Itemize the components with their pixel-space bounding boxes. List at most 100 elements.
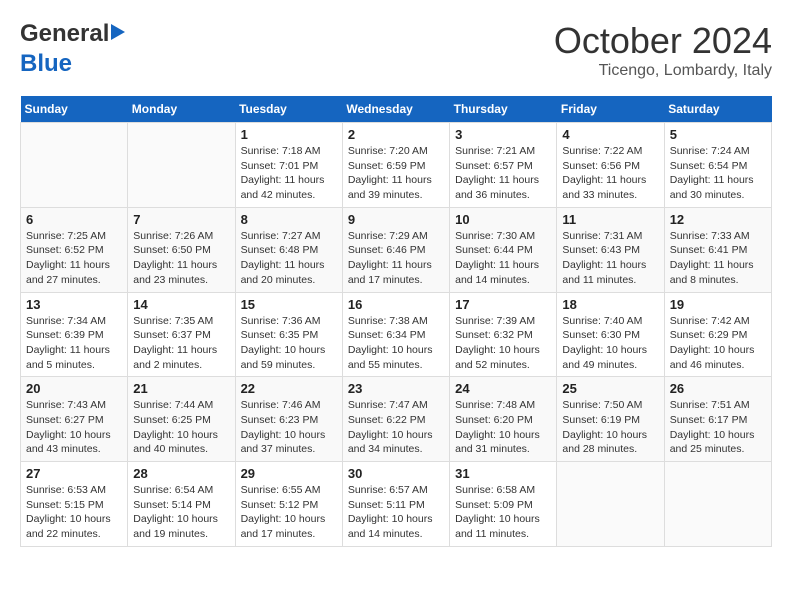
day-detail: Sunrise: 7:25 AMSunset: 6:52 PMDaylight:… — [26, 229, 122, 288]
calendar-cell — [21, 123, 128, 208]
calendar-cell: 11 Sunrise: 7:31 AMSunset: 6:43 PMDayligh… — [557, 207, 664, 292]
day-detail: Sunrise: 7:20 AMSunset: 6:59 PMDaylight:… — [348, 144, 444, 203]
calendar-cell: 5 Sunrise: 7:24 AMSunset: 6:54 PMDaylight… — [664, 123, 771, 208]
calendar-table: SundayMondayTuesdayWednesdayThursdayFrid… — [20, 96, 772, 547]
day-number: 5 — [670, 127, 766, 142]
calendar-cell: 22Sunrise: 7:46 AMSunset: 6:23 PMDayligh… — [235, 377, 342, 462]
calendar-cell: 19 Sunrise: 7:42 AMSunset: 6:29 PMDayligh… — [664, 292, 771, 377]
day-number: 31 — [455, 466, 551, 481]
calendar-week-2: 6Sunrise: 7:25 AMSunset: 6:52 PMDaylight… — [21, 207, 772, 292]
day-detail: Sunrise: 7:30 AMSunset: 6:44 PMDaylight:… — [455, 229, 551, 288]
day-detail: Sunrise: 7:42 AMSunset: 6:29 PMDaylight:… — [670, 314, 766, 373]
calendar-header-sunday: Sunday — [21, 96, 128, 123]
day-detail: Sunrise: 7:51 AMSunset: 6:17 PMDaylight:… — [670, 398, 766, 457]
calendar-cell: 7 Sunrise: 7:26 AMSunset: 6:50 PMDaylight… — [128, 207, 235, 292]
calendar-header-friday: Friday — [557, 96, 664, 123]
calendar-cell: 29 Sunrise: 6:55 AMSunset: 5:12 PMDayligh… — [235, 462, 342, 547]
calendar-cell: 4Sunrise: 7:22 AMSunset: 6:56 PMDaylight… — [557, 123, 664, 208]
calendar-cell: 30Sunrise: 6:57 AMSunset: 5:11 PMDayligh… — [342, 462, 449, 547]
day-detail: Sunrise: 6:58 AMSunset: 5:09 PMDaylight:… — [455, 483, 551, 542]
logo-blue: Blue — [20, 50, 72, 77]
calendar-cell: 3 Sunrise: 7:21 AMSunset: 6:57 PMDaylight… — [450, 123, 557, 208]
day-number: 28 — [133, 466, 229, 481]
day-number: 20 — [26, 381, 122, 396]
day-number: 7 — [133, 212, 229, 227]
day-number: 11 — [562, 212, 658, 227]
calendar-cell: 9Sunrise: 7:29 AMSunset: 6:46 PMDaylight… — [342, 207, 449, 292]
calendar-cell — [664, 462, 771, 547]
day-detail: Sunrise: 7:26 AMSunset: 6:50 PMDaylight:… — [133, 229, 229, 288]
day-number: 29 — [241, 466, 337, 481]
day-number: 19 — [670, 297, 766, 312]
calendar-cell: 17 Sunrise: 7:39 AMSunset: 6:32 PMDayligh… — [450, 292, 557, 377]
calendar-header-thursday: Thursday — [450, 96, 557, 123]
day-number: 1 — [241, 127, 337, 142]
calendar-header-wednesday: Wednesday — [342, 96, 449, 123]
day-number: 26 — [670, 381, 766, 396]
day-number: 12 — [670, 212, 766, 227]
calendar-header-monday: Monday — [128, 96, 235, 123]
day-detail: Sunrise: 7:39 AMSunset: 6:32 PMDaylight:… — [455, 314, 551, 373]
day-detail: Sunrise: 7:31 AMSunset: 6:43 PMDaylight:… — [562, 229, 658, 288]
day-number: 2 — [348, 127, 444, 142]
calendar-cell: 27Sunrise: 6:53 AMSunset: 5:15 PMDayligh… — [21, 462, 128, 547]
day-detail: Sunrise: 7:33 AMSunset: 6:41 PMDaylight:… — [670, 229, 766, 288]
month-title: October 2024 — [554, 20, 772, 62]
day-number: 16 — [348, 297, 444, 312]
day-number: 15 — [241, 297, 337, 312]
calendar-cell: 25 Sunrise: 7:50 AMSunset: 6:19 PMDayligh… — [557, 377, 664, 462]
calendar-cell — [557, 462, 664, 547]
day-detail: Sunrise: 7:48 AMSunset: 6:20 PMDaylight:… — [455, 398, 551, 457]
day-detail: Sunrise: 6:54 AMSunset: 5:14 PMDaylight:… — [133, 483, 229, 542]
calendar-cell: 10 Sunrise: 7:30 AMSunset: 6:44 PMDayligh… — [450, 207, 557, 292]
day-detail: Sunrise: 7:44 AMSunset: 6:25 PMDaylight:… — [133, 398, 229, 457]
calendar-cell: 31 Sunrise: 6:58 AMSunset: 5:09 PMDayligh… — [450, 462, 557, 547]
calendar-header-row: SundayMondayTuesdayWednesdayThursdayFrid… — [21, 96, 772, 123]
day-number: 21 — [133, 381, 229, 396]
day-detail: Sunrise: 7:35 AMSunset: 6:37 PMDaylight:… — [133, 314, 229, 373]
day-number: 13 — [26, 297, 122, 312]
day-number: 24 — [455, 381, 551, 396]
calendar-cell: 14 Sunrise: 7:35 AMSunset: 6:37 PMDayligh… — [128, 292, 235, 377]
calendar-header-saturday: Saturday — [664, 96, 771, 123]
day-number: 14 — [133, 297, 229, 312]
day-detail: Sunrise: 7:34 AMSunset: 6:39 PMDaylight:… — [26, 314, 122, 373]
day-detail: Sunrise: 7:50 AMSunset: 6:19 PMDaylight:… — [562, 398, 658, 457]
day-detail: Sunrise: 7:38 AMSunset: 6:34 PMDaylight:… — [348, 314, 444, 373]
day-detail: Sunrise: 7:29 AMSunset: 6:46 PMDaylight:… — [348, 229, 444, 288]
calendar-cell: 23 Sunrise: 7:47 AMSunset: 6:22 PMDayligh… — [342, 377, 449, 462]
page-header: General Blue October 2024 Ticengo, Lomba… — [20, 20, 772, 80]
day-detail: Sunrise: 7:18 AMSunset: 7:01 PMDaylight:… — [241, 144, 337, 203]
day-number: 30 — [348, 466, 444, 481]
day-detail: Sunrise: 7:46 AMSunset: 6:23 PMDaylight:… — [241, 398, 337, 457]
logo-arrow-icon — [111, 24, 125, 40]
day-detail: Sunrise: 7:21 AMSunset: 6:57 PMDaylight:… — [455, 144, 551, 203]
calendar-cell: 8Sunrise: 7:27 AMSunset: 6:48 PMDaylight… — [235, 207, 342, 292]
calendar-cell — [128, 123, 235, 208]
calendar-cell: 15Sunrise: 7:36 AMSunset: 6:35 PMDayligh… — [235, 292, 342, 377]
calendar-cell: 28 Sunrise: 6:54 AMSunset: 5:14 PMDayligh… — [128, 462, 235, 547]
day-detail: Sunrise: 7:43 AMSunset: 6:27 PMDaylight:… — [26, 398, 122, 457]
day-detail: Sunrise: 7:24 AMSunset: 6:54 PMDaylight:… — [670, 144, 766, 203]
day-number: 3 — [455, 127, 551, 142]
day-number: 4 — [562, 127, 658, 142]
day-number: 25 — [562, 381, 658, 396]
day-detail: Sunrise: 7:27 AMSunset: 6:48 PMDaylight:… — [241, 229, 337, 288]
day-number: 17 — [455, 297, 551, 312]
logo-general: General — [20, 20, 109, 47]
day-number: 18 — [562, 297, 658, 312]
calendar-cell: 21 Sunrise: 7:44 AMSunset: 6:25 PMDayligh… — [128, 377, 235, 462]
calendar-week-1: 1 Sunrise: 7:18 AMSunset: 7:01 PMDaylight… — [21, 123, 772, 208]
day-number: 10 — [455, 212, 551, 227]
calendar-header-tuesday: Tuesday — [235, 96, 342, 123]
calendar-week-5: 27Sunrise: 6:53 AMSunset: 5:15 PMDayligh… — [21, 462, 772, 547]
day-detail: Sunrise: 7:47 AMSunset: 6:22 PMDaylight:… — [348, 398, 444, 457]
calendar-week-3: 13 Sunrise: 7:34 AMSunset: 6:39 PMDayligh… — [21, 292, 772, 377]
day-detail: Sunrise: 6:55 AMSunset: 5:12 PMDaylight:… — [241, 483, 337, 542]
calendar-cell: 18Sunrise: 7:40 AMSunset: 6:30 PMDayligh… — [557, 292, 664, 377]
calendar-cell: 13 Sunrise: 7:34 AMSunset: 6:39 PMDayligh… — [21, 292, 128, 377]
calendar-cell: 2 Sunrise: 7:20 AMSunset: 6:59 PMDaylight… — [342, 123, 449, 208]
day-number: 23 — [348, 381, 444, 396]
logo: General Blue — [20, 20, 109, 78]
calendar-cell: 1 Sunrise: 7:18 AMSunset: 7:01 PMDaylight… — [235, 123, 342, 208]
